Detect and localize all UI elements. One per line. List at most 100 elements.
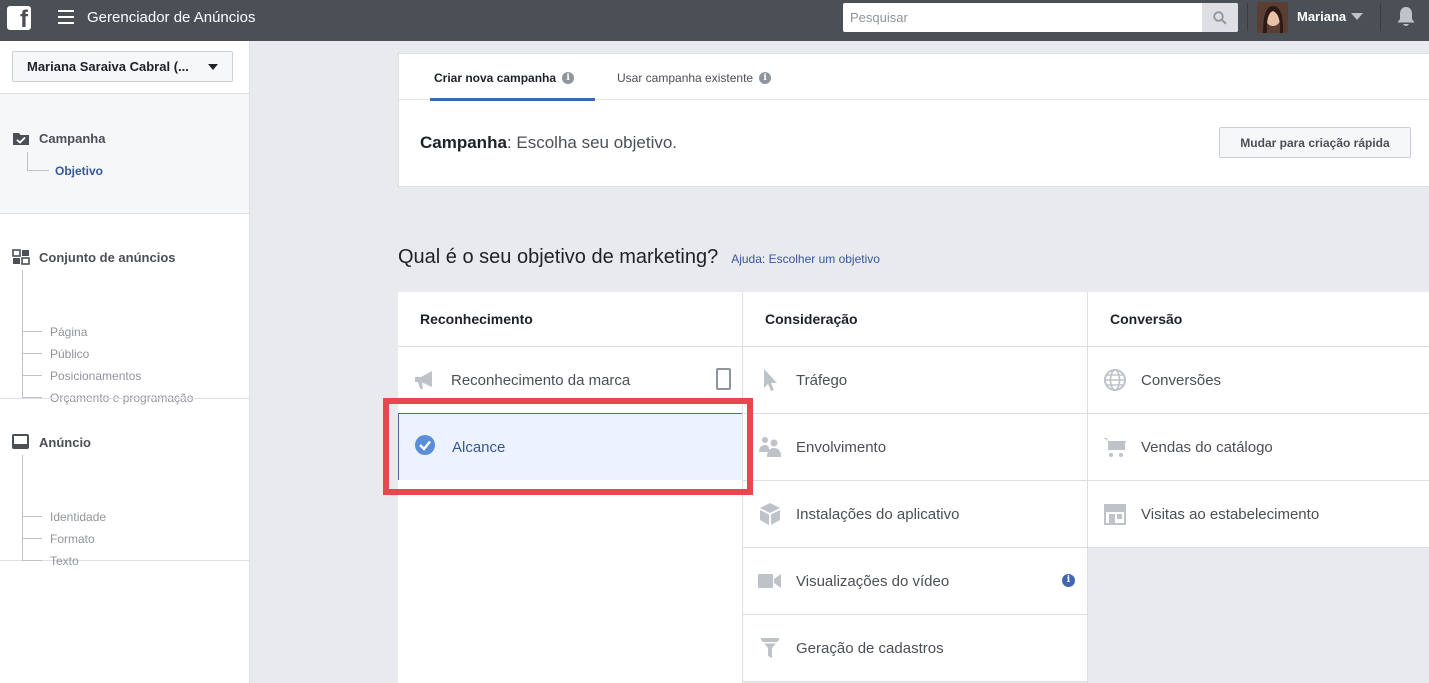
megaphone-icon bbox=[415, 371, 432, 389]
user-menu-caret-icon[interactable] bbox=[1351, 13, 1363, 20]
objective-label: Envolvimento bbox=[796, 439, 887, 456]
tree-line bbox=[22, 560, 42, 561]
objective-label: Visitas ao estabelecimento bbox=[1141, 506, 1320, 523]
facebook-logo[interactable]: f bbox=[7, 6, 31, 30]
checkmark-icon bbox=[415, 435, 435, 455]
active-tab-indicator bbox=[430, 98, 595, 101]
notifications-bell-icon[interactable] bbox=[1396, 6, 1416, 28]
objective-label: Instalações do aplicativo bbox=[796, 506, 960, 523]
ad-monitor-icon bbox=[12, 434, 29, 449]
chevron-down-icon bbox=[208, 64, 218, 70]
tree-line bbox=[27, 170, 49, 171]
globe-icon bbox=[1104, 369, 1126, 391]
tab-existing-campaign[interactable]: Usar campanha existente i bbox=[617, 71, 772, 85]
account-selector[interactable]: Mariana Saraiva Cabral (... bbox=[12, 51, 233, 82]
search-button[interactable] bbox=[1202, 3, 1238, 32]
tree-line bbox=[22, 270, 23, 397]
funnel-icon bbox=[761, 638, 779, 658]
sidebar-item-label: Campanha bbox=[39, 130, 106, 146]
sidebar-item-label: Anúncio bbox=[39, 434, 91, 450]
tree-line bbox=[22, 455, 23, 561]
search-icon bbox=[1213, 11, 1227, 25]
store-icon bbox=[1104, 504, 1126, 525]
sidebar-item-audience[interactable]: Público bbox=[50, 347, 89, 361]
topbar-divider bbox=[1380, 3, 1381, 31]
sidebar-item-page[interactable]: Página bbox=[50, 325, 87, 339]
info-icon[interactable]: i bbox=[759, 72, 772, 84]
search-input[interactable] bbox=[843, 3, 1202, 32]
column-conversion: Conversão Conversões Vendas do catálogo bbox=[1087, 292, 1429, 683]
account-name: Mariana Saraiva Cabral (... bbox=[27, 59, 189, 74]
objective-catalog-sales[interactable]: Vendas do catálogo bbox=[1088, 414, 1429, 481]
objective-label: Tráfego bbox=[796, 372, 848, 389]
tree-line bbox=[22, 516, 42, 517]
objective-label: Geração de cadastros bbox=[796, 640, 944, 657]
objective-label: Conversões bbox=[1141, 372, 1222, 389]
grid-icon bbox=[12, 249, 30, 265]
sidebar-item-format[interactable]: Formato bbox=[50, 532, 95, 546]
box-icon bbox=[760, 503, 780, 525]
objective-reach[interactable]: Alcance bbox=[398, 413, 743, 480]
folder-check-icon bbox=[13, 133, 29, 145]
people-icon bbox=[759, 437, 781, 457]
sidebar-item-identity[interactable]: Identidade bbox=[50, 510, 106, 524]
objective-label: Reconhecimento da marca bbox=[451, 372, 631, 389]
tree-line bbox=[22, 375, 42, 376]
campaign-header-card: Criar nova campanha i Usar campanha exis… bbox=[398, 53, 1429, 187]
menu-icon[interactable] bbox=[58, 10, 74, 24]
campaign-step-title: Campanha: Escolha seu objetivo. bbox=[420, 133, 677, 153]
sidebar: Mariana Saraiva Cabral (... Campanha Obj… bbox=[0, 41, 250, 683]
sidebar-section-ad-set: Conjunto de anúncios Página Público Posi… bbox=[0, 213, 249, 405]
objective-app-installs[interactable]: Instalações do aplicativo bbox=[743, 481, 1087, 548]
tree-line bbox=[22, 538, 42, 539]
tab-label: Usar campanha existente bbox=[617, 71, 754, 85]
cursor-icon bbox=[764, 369, 777, 391]
sidebar-section-ad: Anúncio Identidade Formato Texto bbox=[0, 398, 249, 568]
objective-video-views[interactable]: Visualizações do vídeo i bbox=[743, 548, 1087, 615]
campaign-instruction: : Escolha seu objetivo. bbox=[506, 133, 678, 152]
sidebar-item-placements[interactable]: Posicionamentos bbox=[50, 369, 141, 383]
column-awareness: Reconhecimento Reconhecimento da marca A… bbox=[398, 292, 743, 683]
user-name[interactable]: Mariana bbox=[1297, 9, 1346, 24]
tree-line bbox=[22, 331, 42, 332]
tab-label: Criar nova campanha bbox=[434, 71, 557, 85]
column-header: Conversão bbox=[1088, 292, 1429, 347]
app-title: Gerenciador de Anúncios bbox=[87, 9, 256, 26]
objective-brand-awareness[interactable]: Reconhecimento da marca bbox=[398, 347, 743, 414]
info-icon[interactable]: i bbox=[562, 72, 575, 84]
objective-traffic[interactable]: Tráfego bbox=[743, 347, 1087, 414]
sidebar-item-text[interactable]: Texto bbox=[50, 554, 79, 568]
info-icon[interactable]: i bbox=[1062, 574, 1075, 587]
sidebar-item-campaign[interactable]: Campanha bbox=[12, 130, 105, 146]
column-header: Reconhecimento bbox=[398, 292, 743, 347]
question-text: Qual é o seu objetivo de marketing? bbox=[398, 246, 719, 268]
objective-label: Visualizações do vídeo bbox=[796, 573, 950, 590]
objective-conversions[interactable]: Conversões bbox=[1088, 347, 1429, 414]
top-bar: f Gerenciador de Anúncios Mariana bbox=[0, 0, 1429, 41]
profile-photo-icon bbox=[1257, 2, 1288, 33]
column-consideration: Consideração Tráfego Envolvimento Instal… bbox=[742, 292, 1087, 683]
topbar-divider bbox=[1247, 3, 1248, 31]
avatar[interactable] bbox=[1257, 2, 1288, 33]
tab-create-campaign[interactable]: Criar nova campanha i bbox=[434, 71, 575, 85]
objective-engagement[interactable]: Envolvimento bbox=[743, 414, 1087, 481]
quick-creation-button[interactable]: Mudar para criação rápida bbox=[1219, 127, 1411, 158]
objectives-grid: Reconhecimento Reconhecimento da marca A… bbox=[398, 292, 1429, 683]
tree-line bbox=[27, 152, 28, 170]
sidebar-section-campaign: Campanha Objetivo bbox=[0, 93, 249, 213]
cart-icon bbox=[1103, 438, 1126, 457]
search-box bbox=[843, 3, 1238, 32]
mobile-icon bbox=[716, 368, 731, 390]
help-link[interactable]: Ajuda: Escolher um objetivo bbox=[731, 252, 880, 266]
sidebar-item-ad[interactable]: Anúncio bbox=[12, 434, 91, 450]
campaign-label: Campanha bbox=[420, 133, 507, 152]
objective-lead-generation[interactable]: Geração de cadastros bbox=[743, 615, 1087, 682]
sidebar-item-label: Conjunto de anúncios bbox=[39, 249, 176, 265]
sidebar-item-ad-set[interactable]: Conjunto de anúncios bbox=[12, 249, 176, 265]
marketing-objective-question: Qual é o seu objetivo de marketing? Ajud… bbox=[398, 246, 880, 269]
tree-line bbox=[22, 353, 42, 354]
objective-label: Vendas do catálogo bbox=[1141, 439, 1273, 456]
objective-store-visits[interactable]: Visitas ao estabelecimento bbox=[1088, 481, 1429, 548]
sidebar-item-objective[interactable]: Objetivo bbox=[55, 164, 103, 178]
video-camera-icon bbox=[758, 574, 781, 588]
